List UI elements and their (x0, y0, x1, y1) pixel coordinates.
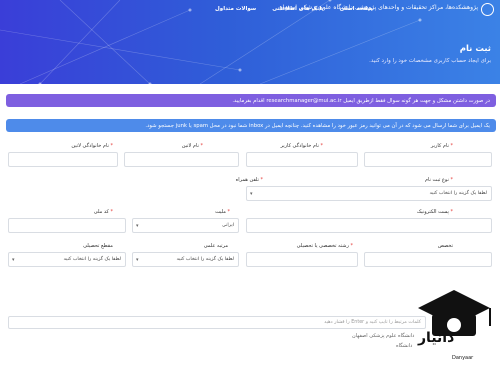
education-label: مقطع تحصیلی (83, 243, 113, 249)
academic-rank-select[interactable]: لطفا یک گزینه را انتخاب کنید (132, 252, 239, 267)
latin-last-name-input[interactable] (8, 152, 118, 167)
keywords-input[interactable]: کلمات مرتبط را تایپ کنید و Enter را فشار… (8, 316, 426, 329)
academic-rank-label: مرتبه علمی (203, 243, 228, 249)
mobile-label: * تلفن همراه (235, 177, 263, 183)
last-name-label: * نام خانوادگی کاربر (280, 143, 323, 149)
field-of-study-input[interactable] (246, 252, 358, 267)
last-name-input[interactable] (246, 152, 358, 167)
first-name-label: * نام کاربر (430, 143, 453, 149)
main-nav: صفحه اصلی بانک های اطلاعاتی سوالات متداو… (215, 6, 373, 12)
latin-name-label: * نام لاتین (181, 143, 203, 149)
reg-type-label: * نوع ثبت نام (424, 177, 453, 183)
national-code-label: * کد ملی (93, 209, 113, 215)
email-label: * پست الکترونیک (416, 209, 453, 215)
nav-databases[interactable]: بانک های اطلاعاتی (272, 6, 323, 12)
header-banner: پژوهشکده‌ها، مراکز تحقیقات و واحدهای پژو… (0, 0, 500, 84)
watermark-name: دانیار (418, 330, 455, 346)
reg-type-select[interactable]: لطفا یک گزینه را انتخاب کنید (246, 186, 492, 201)
nav-faq[interactable]: سوالات متداول (215, 6, 256, 12)
university-option-1[interactable]: دانشگاه علوم پزشکی اصفهان (352, 333, 414, 339)
watermark-latin: Danyaar (452, 355, 474, 361)
first-name-input[interactable] (364, 152, 492, 167)
network-pattern (0, 0, 422, 84)
specialty-input[interactable] (364, 252, 492, 267)
page-title: ثبت نام (459, 44, 491, 54)
university-logo[interactable] (481, 3, 494, 16)
latin-last-name-label: * نام خانوادگی لاتین (71, 143, 113, 149)
specialty-label: تخصص (437, 243, 453, 249)
field-of-study-label: * رشته تخصصی یا تحصیلی (296, 243, 353, 249)
nationality-label: * ملیت (215, 209, 230, 215)
national-code-input[interactable] (8, 218, 126, 233)
email-info-alert: یک ایمیل برای شما ارسال می شود که در آن … (6, 119, 496, 132)
contact-alert: در صورت داشتن مشکل و جهت هر گونه سوال فق… (6, 94, 496, 107)
latin-name-input[interactable] (124, 152, 239, 167)
nationality-select[interactable]: ایرانی (132, 218, 239, 233)
danyaar-watermark-icon (418, 290, 491, 336)
nav-home[interactable]: صفحه اصلی (339, 6, 373, 12)
email-input[interactable] (246, 218, 492, 233)
page-subtitle: برای ایجاد حساب کاربری مشخصات خود را وار… (369, 58, 491, 64)
education-select[interactable]: لطفا یک گزینه را انتخاب کنید (8, 252, 126, 267)
